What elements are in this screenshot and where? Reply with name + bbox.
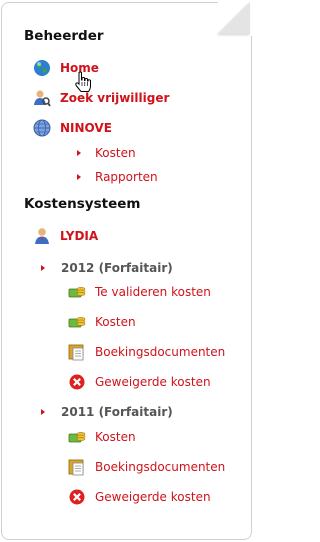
section-title-beheerder: Beheerder [24,28,104,44]
globe-icon [33,59,51,77]
nav-2011-kosten[interactable]: Kosten [68,427,136,447]
nav-2012-te-valideren-kosten[interactable]: Te valideren kosten [68,282,211,302]
nav-ninove-label: NINOVE [60,121,112,135]
nav-2011-geweigerde-kosten-label: Geweigerde kosten [95,490,211,504]
network-globe-icon [33,119,51,137]
nav-2011-boekingsdocumenten-label: Boekingsdocumenten [95,460,226,474]
nav-2011-boekingsdocumenten[interactable]: Boekingsdocumenten [68,457,225,477]
expand-arrow-icon [41,409,45,415]
cursor-hand-icon [74,71,92,96]
nav-ninove-rapporten-label: Rapporten [95,170,158,184]
bullet-arrow-icon [77,150,81,156]
nav-ninove[interactable]: NINOVE [33,118,112,138]
nav-ninove-rapporten[interactable]: Rapporten [77,167,158,187]
section-title-kostensysteem: Kostensysteem [24,196,141,212]
year-2012-toggle[interactable]: 2012 (Forfaitair) [41,259,173,277]
money-icon [68,428,86,446]
nav-2012-boekingsdocumenten[interactable]: Boekingsdocumenten [68,342,225,362]
expand-arrow-icon [41,265,45,271]
nav-zoek-vrijwilliger[interactable]: Zoek vrijwilliger [33,88,169,108]
nav-2012-kosten-label: Kosten [95,315,136,329]
search-user-icon [33,89,51,107]
nav-lydia-label: LYDIA [60,229,99,243]
nav-ninove-kosten-label: Kosten [95,146,136,160]
year-2011-label: 2011 (Forfaitair) [61,405,173,419]
user-icon [33,227,51,245]
nav-2012-te-valideren-kosten-label: Te valideren kosten [95,285,211,299]
nav-2012-geweigerde-kosten[interactable]: Geweigerde kosten [68,372,211,392]
navigation-panel: Beheerder Home Zoek vrijwilliger NINOVE … [1,2,252,540]
reject-icon [68,373,86,391]
reject-icon [68,488,86,506]
year-2012-label: 2012 (Forfaitair) [61,261,173,275]
nav-2012-boekingsdocumenten-label: Boekingsdocumenten [95,345,226,359]
document-icon [68,458,86,476]
nav-2012-kosten[interactable]: Kosten [68,312,136,332]
nav-2011-kosten-label: Kosten [95,430,136,444]
page-curl-decoration [218,2,252,36]
bullet-arrow-icon [77,174,81,180]
nav-2012-geweigerde-kosten-label: Geweigerde kosten [95,375,211,389]
nav-2011-geweigerde-kosten[interactable]: Geweigerde kosten [68,487,211,507]
year-2011-toggle[interactable]: 2011 (Forfaitair) [41,403,173,421]
money-icon [68,283,86,301]
document-icon [68,343,86,361]
nav-ninove-kosten[interactable]: Kosten [77,143,136,163]
nav-lydia[interactable]: LYDIA [33,226,98,246]
money-icon [68,313,86,331]
